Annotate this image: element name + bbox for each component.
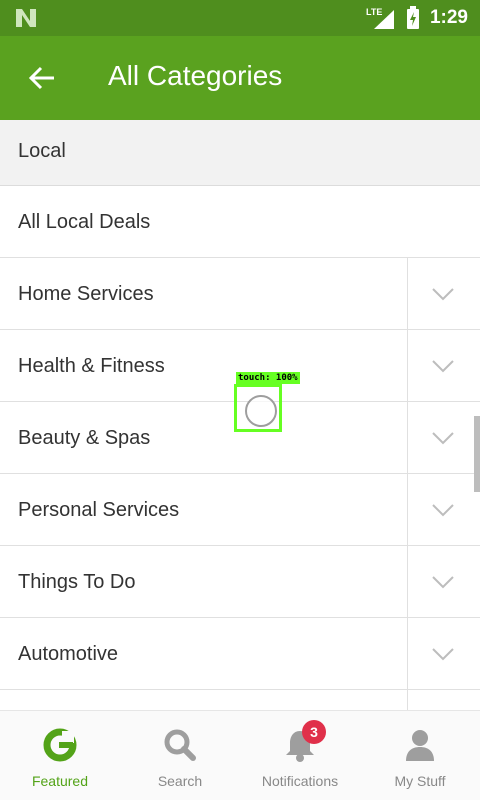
chevron-down-icon[interactable] [431,572,455,592]
lte-signal-icon: LTE [366,7,394,29]
list-item-label: Things To Do [18,571,136,593]
status-bar: LTE 1:29 [0,0,480,36]
divider [407,618,408,689]
person-icon [406,730,434,761]
list-item[interactable]: Home Services [0,258,480,330]
tab-label: Featured [31,773,89,789]
tab-label: My Stuff [394,773,446,789]
notification-count-badge: 3 [302,720,326,744]
list-item[interactable]: Things To Do [0,546,480,618]
chevron-down-icon[interactable] [431,644,455,664]
tab-label: Notifications [261,773,339,789]
clock: 1:29 [429,7,468,28]
touch-indicator-label: touch: 100% [236,372,300,384]
list-item-label: All Local Deals [18,211,151,233]
touch-indicator [234,384,282,432]
list-item-partial[interactable] [0,690,480,710]
list-item[interactable]: Automotive [0,618,480,690]
search-icon [164,729,196,761]
tab-label: Search [157,773,203,789]
chevron-down-icon[interactable] [431,356,455,376]
groupon-g-icon [43,728,77,762]
scrollbar[interactable] [474,416,480,492]
app-bar: All Categories [0,36,480,120]
section-header-local: Local [0,120,480,186]
chevron-down-icon[interactable] [431,428,455,448]
battery-charging-icon [406,6,419,29]
divider [407,474,408,545]
tab-featured[interactable]: Featured [0,711,120,800]
bottom-navigation: Featured Search Notifications My Stuff [0,710,480,800]
list-item-label: Automotive [18,643,119,665]
touch-circle [245,395,277,427]
tab-notifications[interactable]: Notifications [240,711,360,800]
divider [407,258,408,329]
list-item-label: Beauty & Spas [18,427,151,449]
divider [407,330,408,401]
tab-search[interactable]: Search [120,711,240,800]
list-item-label: Health & Fitness [18,355,165,377]
divider [407,546,408,617]
list-item-label: Home Services [18,283,154,305]
section-header-label: Local [18,140,66,162]
divider [407,402,408,473]
network-type-label: LTE [366,7,382,17]
android-n-icon [16,9,36,27]
page-title: All Categories [108,60,283,91]
back-arrow-icon[interactable] [28,64,56,92]
divider [407,690,408,710]
tab-my-stuff[interactable]: My Stuff [360,711,480,800]
chevron-down-icon[interactable] [431,284,455,304]
list-item[interactable]: Personal Services [0,474,480,546]
list-item[interactable]: All Local Deals [0,186,480,258]
chevron-down-icon[interactable] [431,500,455,520]
list-item-label: Personal Services [18,499,180,521]
